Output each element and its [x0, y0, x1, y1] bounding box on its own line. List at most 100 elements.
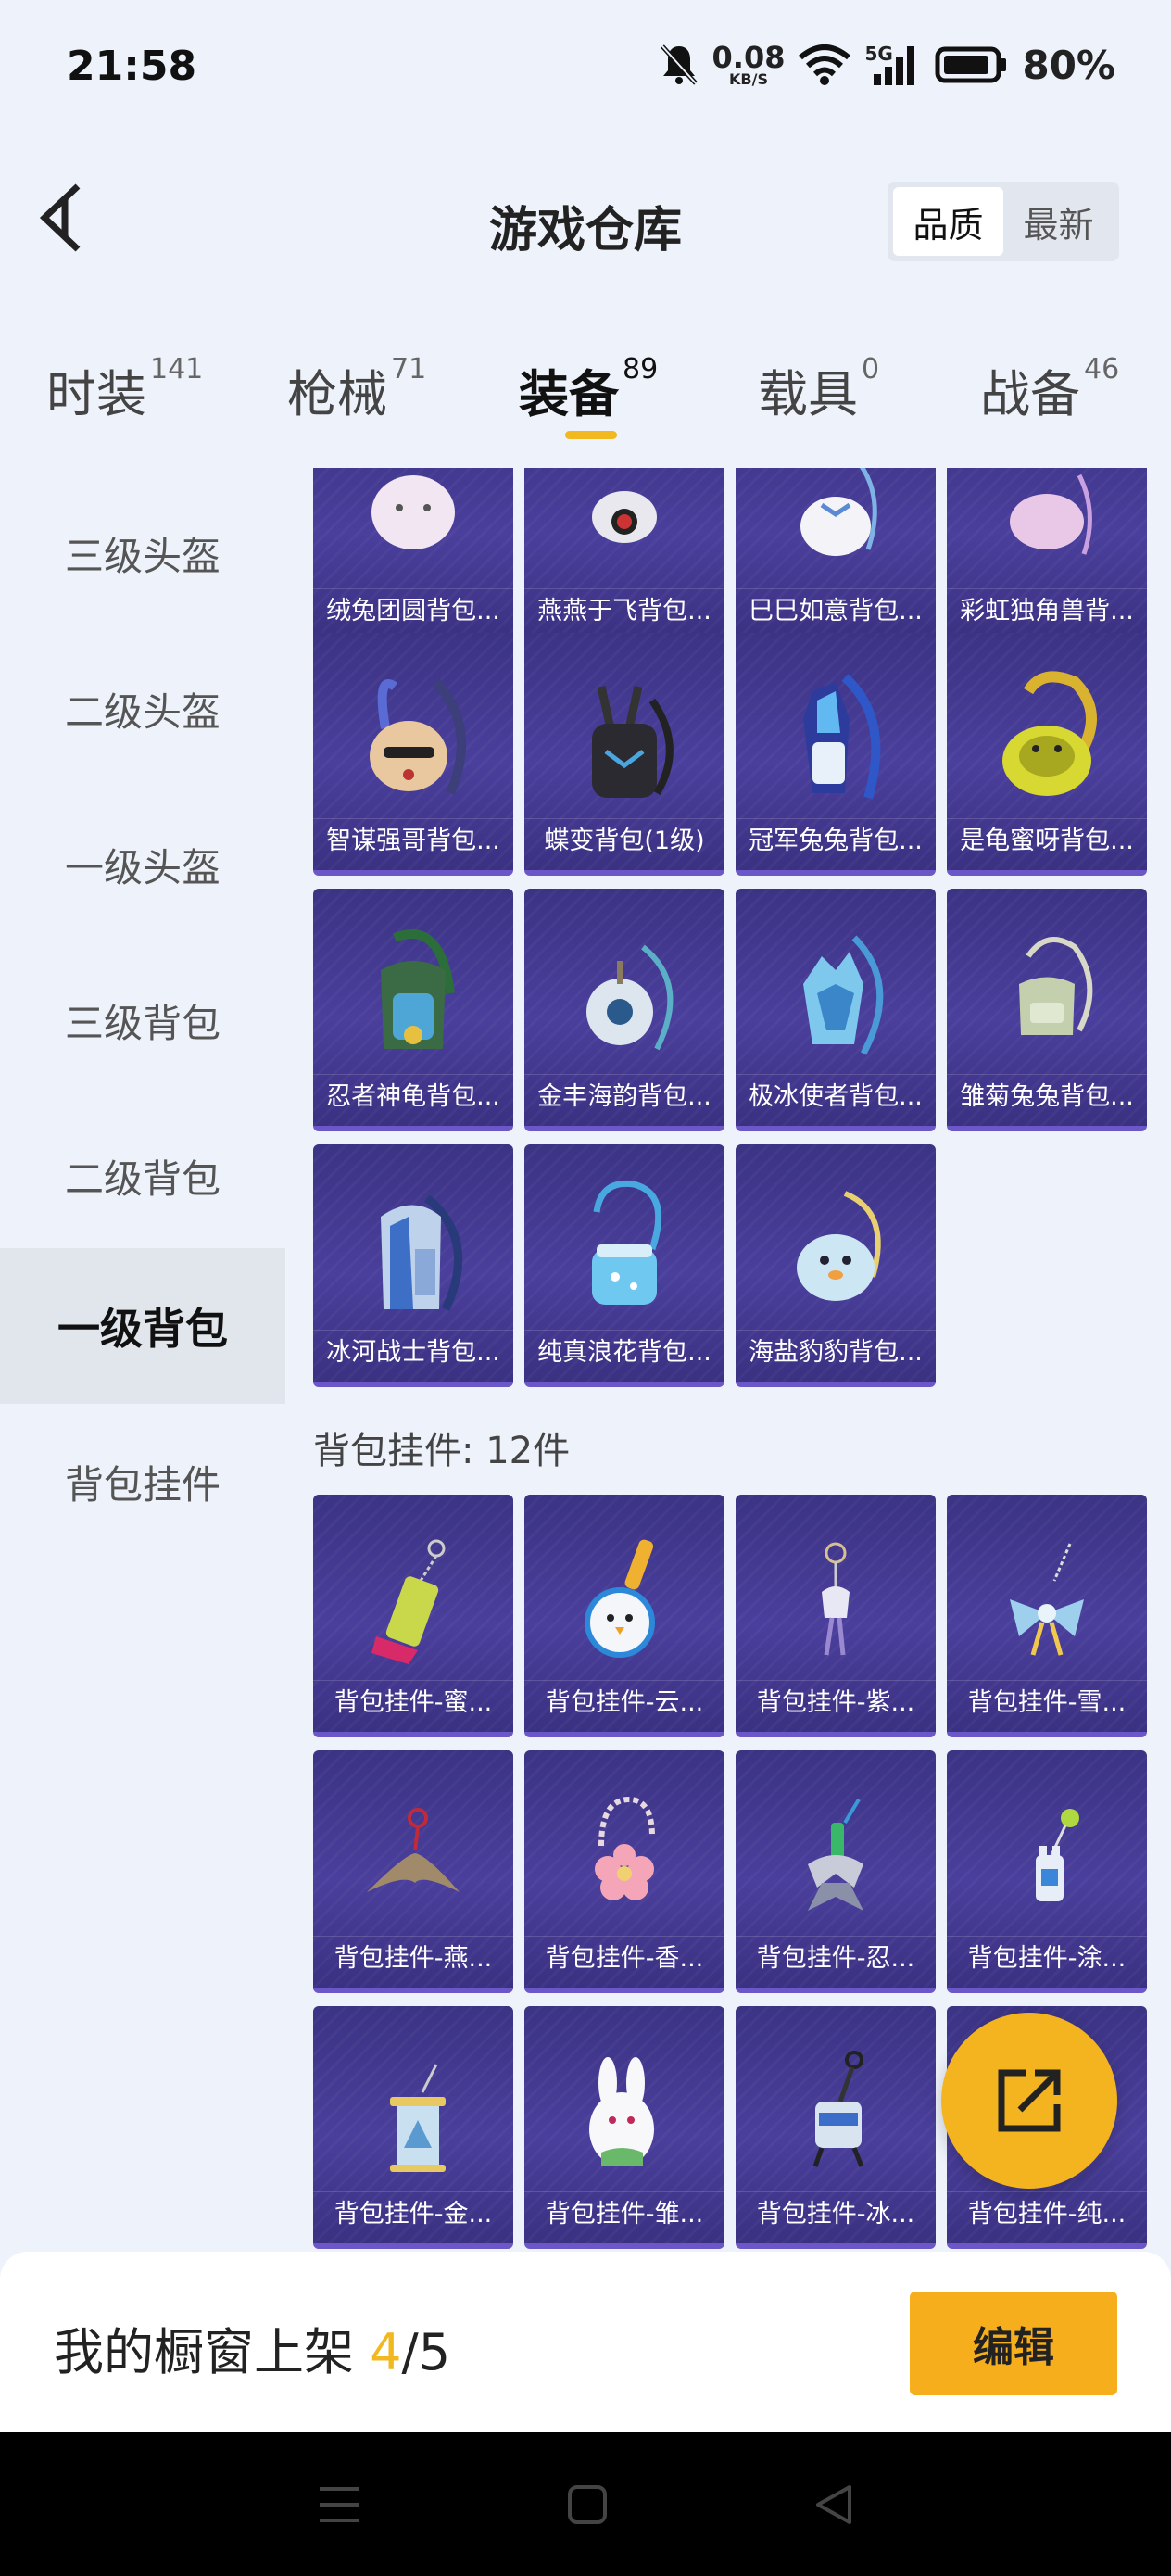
item-name: 冠军兔兔背包... — [736, 818, 936, 865]
tab-count: 71 — [391, 353, 427, 385]
sidebar-item-backpack-pendant[interactable]: 背包挂件 — [0, 1404, 285, 1559]
item-card[interactable]: 背包挂件-云... — [524, 1495, 724, 1737]
item-card[interactable]: 蝶变背包(1级) — [524, 633, 724, 876]
item-name: 燕燕于飞背包... — [524, 588, 724, 635]
status-icons: 0.08 KB/S 5G 80% — [659, 37, 1115, 93]
tab-count: 0 — [862, 353, 880, 385]
item-name: 背包挂件-雪... — [947, 1680, 1147, 1726]
sidebar-item-backpack-lv1[interactable]: 一级背包 — [0, 1248, 285, 1404]
net-speed: 0.08 KB/S — [712, 43, 786, 87]
pendant-image — [524, 1767, 724, 1943]
battery-percent: 80% — [1022, 42, 1115, 88]
item-name: 背包挂件-涂... — [947, 1936, 1147, 1982]
item-name: 背包挂件-金... — [313, 2191, 513, 2238]
wifi-icon — [799, 44, 851, 85]
item-card[interactable]: 纯真浪花背包... — [524, 1144, 724, 1387]
item-name: 背包挂件-冰... — [736, 2191, 936, 2238]
item-name: 蝶变背包(1级) — [524, 818, 724, 865]
showcase-bar: 我的橱窗上架 4/5 编辑 — [0, 2252, 1171, 2432]
sidebar-item-backpack-lv3[interactable]: 三级背包 — [0, 942, 285, 1098]
backpack-image — [947, 650, 1147, 826]
item-card[interactable]: 雏菊兔兔背包... — [947, 889, 1147, 1131]
system-nav-bar — [0, 2432, 1171, 2576]
item-name: 忍者神龟背包... — [313, 1074, 513, 1120]
item-card[interactable]: 背包挂件-雏... — [524, 2006, 724, 2249]
backpack-image — [313, 650, 513, 826]
backpack-image — [947, 468, 1147, 596]
item-card[interactable]: 冠军兔兔背包... — [736, 633, 936, 876]
tab-fashion[interactable]: 时装 141 — [46, 338, 203, 426]
share-icon — [998, 2069, 1061, 2132]
tab-label: 载具 — [758, 365, 858, 423]
status-bar: 21:58 0.08 KB/S 5G 80% — [0, 0, 1171, 139]
signal-icon: 5G — [864, 43, 922, 87]
sort-latest-button[interactable]: 最新 — [1003, 187, 1114, 256]
item-card[interactable]: 背包挂件-香... — [524, 1750, 724, 1993]
tab-combat-supplies[interactable]: 战备 46 — [980, 338, 1119, 426]
item-card[interactable]: 智谋强哥背包... — [313, 633, 513, 876]
tab-label: 装备 — [519, 365, 619, 423]
item-card[interactable]: 是龟蜜呀背包... — [947, 633, 1147, 876]
sort-quality-button[interactable]: 品质 — [893, 187, 1003, 256]
tab-count: 89 — [623, 353, 659, 385]
item-name: 背包挂件-云... — [524, 1680, 724, 1726]
backpack-image — [736, 468, 936, 596]
item-card[interactable]: 背包挂件-紫... — [736, 1495, 936, 1737]
sidebar-item-helmet-lv1[interactable]: 一级头盔 — [0, 787, 285, 942]
item-card[interactable]: 海盐豹豹背包... — [736, 1144, 936, 1387]
pendant-image — [524, 2023, 724, 2199]
item-name: 纯真浪花背包... — [524, 1330, 724, 1376]
edit-button[interactable]: 编辑 — [910, 2292, 1117, 2395]
sidebar-item-helmet-lv2[interactable]: 二级头盔 — [0, 631, 285, 787]
item-card[interactable]: 背包挂件-冰... — [736, 2006, 936, 2249]
backpack-image — [313, 468, 513, 596]
item-card[interactable]: 绒兔团圆背包... — [313, 468, 513, 646]
item-name: 背包挂件-紫... — [736, 1680, 936, 1726]
tab-count: 141 — [150, 353, 204, 385]
item-card[interactable]: 冰河战士背包... — [313, 1144, 513, 1387]
item-name: 极冰使者背包... — [736, 1074, 936, 1120]
item-card[interactable]: 背包挂件-涂... — [947, 1750, 1147, 1993]
item-card[interactable]: 背包挂件-忍... — [736, 1750, 936, 1993]
item-card[interactable]: 彩虹独角兽背... — [947, 468, 1147, 646]
sidebar-item-helmet-lv3[interactable]: 三级头盔 — [0, 475, 285, 631]
net-speed-value: 0.08 — [711, 40, 786, 75]
item-name: 巳巳如意背包... — [736, 588, 936, 635]
item-card[interactable]: 巳巳如意背包... — [736, 468, 936, 646]
pendant-image — [736, 2023, 936, 2199]
item-name: 是龟蜜呀背包... — [947, 818, 1147, 865]
tab-vehicles[interactable]: 载具 0 — [758, 338, 879, 426]
showcase-total: /5 — [401, 2323, 451, 2381]
tab-equipment[interactable]: 装备 89 — [519, 338, 659, 439]
sidebar-item-backpack-lv2[interactable]: 二级背包 — [0, 1098, 285, 1254]
item-name: 背包挂件-纯... — [947, 2191, 1147, 2238]
category-sidebar: 三级头盔 二级头盔 一级头盔 三级背包 二级背包 一级背包 背包挂件 — [0, 468, 285, 2252]
share-fab-button[interactable] — [941, 2013, 1117, 2189]
pendant-image — [313, 1767, 513, 1943]
item-card[interactable]: 背包挂件-燕... — [313, 1750, 513, 1993]
item-name: 金丰海韵背包... — [524, 1074, 724, 1120]
item-card[interactable]: 忍者神龟背包... — [313, 889, 513, 1131]
battery-icon — [935, 46, 1007, 83]
item-card[interactable]: 背包挂件-雪... — [947, 1495, 1147, 1737]
item-name: 雏菊兔兔背包... — [947, 1074, 1147, 1120]
item-name: 绒兔团圆背包... — [313, 588, 513, 635]
net-speed-unit: KB/S — [729, 70, 768, 88]
item-card[interactable]: 燕燕于飞背包... — [524, 468, 724, 646]
pendant-image — [524, 1511, 724, 1687]
menu-icon[interactable] — [316, 2483, 362, 2526]
tab-guns[interactable]: 枪械 71 — [287, 338, 426, 426]
item-name: 彩虹独角兽背... — [947, 588, 1147, 635]
pendant-image — [947, 1511, 1147, 1687]
item-name: 背包挂件-燕... — [313, 1936, 513, 1982]
item-card[interactable]: 金丰海韵背包... — [524, 889, 724, 1131]
back-triangle-icon[interactable] — [812, 2483, 855, 2526]
showcase-count: 4 — [370, 2323, 402, 2381]
item-card[interactable]: 背包挂件-蜜... — [313, 1495, 513, 1737]
item-grid-area: 绒兔团圆背包... 燕燕于飞背包... 巳巳如意背包... 彩虹独角兽背... … — [285, 468, 1171, 2252]
item-card[interactable]: 极冰使者背包... — [736, 889, 936, 1131]
active-tab-indicator — [565, 431, 617, 439]
item-card[interactable]: 背包挂件-金... — [313, 2006, 513, 2249]
status-time: 21:58 — [67, 43, 197, 90]
home-icon[interactable] — [566, 2483, 609, 2526]
